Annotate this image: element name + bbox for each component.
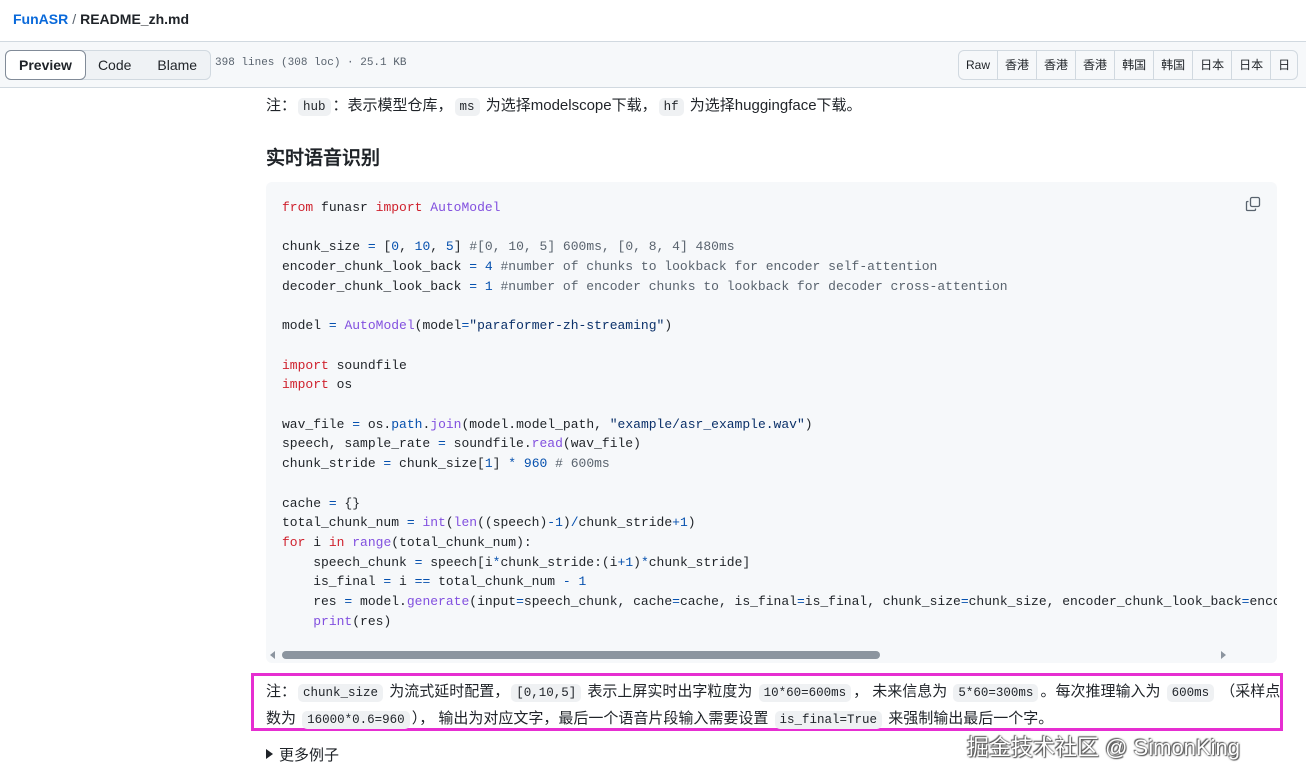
horizontal-scrollbar[interactable] <box>266 648 1277 662</box>
code-line: for i in range(total_chunk_num): <box>282 534 532 550</box>
raw-button[interactable]: Raw <box>959 51 999 79</box>
view-tabs: Preview Code Blame <box>5 50 212 80</box>
mirror-button-hk-3[interactable]: 香港 <box>1076 51 1116 79</box>
inline-code-chunk-size: chunk_size <box>298 684 384 702</box>
storage-note: 注： hub ：表示模型仓库， ms 为选择modelscope下载， hf 为选择hu… <box>266 95 862 118</box>
raw-button-group: Raw 香港 香港 香港 韩国 韩国 日本 日本 日 <box>958 50 1299 80</box>
code-line: speech, sample_rate = soundfile.read(wav… <box>282 436 641 452</box>
code-line: chunk_stride = chunk_size[1] * 960 # 600… <box>282 456 610 472</box>
note-prefix: 注： <box>266 97 297 114</box>
note-text: ：表示模型仓库， <box>332 97 453 114</box>
code-line: cache = {} <box>282 495 361 511</box>
mirror-button-jp-3[interactable]: 日 <box>1271 51 1297 79</box>
mirror-button-hk-2[interactable]: 香港 <box>1037 51 1077 79</box>
code-content: from funasr import AutoModel chunk_size … <box>282 198 1277 631</box>
code-line: chunk_size = [0, 10, 5] #[0, 10, 5] 600m… <box>282 239 735 255</box>
file-name: README_zh.md <box>80 11 190 27</box>
code-line: model = AutoModel(model="paraformer-zh-s… <box>282 318 673 334</box>
inline-code-chunk-value: [0,10,5] <box>511 684 582 702</box>
mirror-button-kr-2[interactable]: 韩国 <box>1154 51 1194 79</box>
tab-blame[interactable]: Blame <box>144 51 210 79</box>
inline-code-is-final: is_final=True <box>774 711 883 729</box>
scroll-right-arrow-icon[interactable] <box>1221 651 1226 659</box>
note-text: ）， 输出为对应文字，最后一个语音片段输入需要设置 <box>411 710 773 727</box>
scrollbar-thumb[interactable] <box>282 651 880 659</box>
note-prefix: 注： <box>266 683 297 700</box>
code-line: is_final = i == total_chunk_num - 1 <box>282 574 587 590</box>
mirror-button-jp-2[interactable]: 日本 <box>1232 51 1272 79</box>
scroll-left-arrow-icon[interactable] <box>270 651 275 659</box>
note-text: ， 未来信息为 <box>853 683 952 700</box>
section-heading: 实时语音识别 <box>266 148 381 169</box>
more-examples-toggle[interactable]: 更多例子 <box>266 744 339 765</box>
code-line: import soundfile <box>282 357 407 373</box>
mirror-button-jp-1[interactable]: 日本 <box>1193 51 1233 79</box>
note-text: 表示上屏实时出字粒度为 <box>583 683 757 700</box>
more-examples-label: 更多例子 <box>279 747 340 764</box>
streaming-note: 注： chunk_size 为流式延时配置， [0,10,5] 表示上屏实时出字粒度… <box>266 679 1281 733</box>
tab-code[interactable]: Code <box>85 51 144 79</box>
note-text: 为选择modelscope下载， <box>481 97 657 114</box>
code-block: from funasr import AutoModel chunk_size … <box>266 182 1277 663</box>
inline-code-input: 600ms <box>1166 684 1215 702</box>
inline-code-samples: 16000*0.6=960 <box>302 711 410 729</box>
breadcrumb-separator: / <box>72 11 77 27</box>
note-text: 。每次推理输入为 <box>1040 683 1165 700</box>
tab-preview[interactable]: Preview <box>5 50 86 80</box>
breadcrumb: FunASR / README_zh.md <box>13 11 189 27</box>
code-line: import os <box>282 377 353 393</box>
inline-code-ms: ms <box>454 98 480 116</box>
file-toolbar: Preview Code Blame 398 lines (308 loc) ·… <box>0 42 1306 88</box>
mirror-button-hk-1[interactable]: 香港 <box>998 51 1038 79</box>
triangle-right-icon <box>266 749 273 759</box>
mirror-button-kr-1[interactable]: 韩国 <box>1115 51 1155 79</box>
code-line: print(res) <box>313 613 392 629</box>
inline-code-latency: 10*60=600ms <box>758 684 852 702</box>
repo-link[interactable]: FunASR <box>13 11 68 27</box>
code-line: encoder_chunk_look_back = 4 #number of c… <box>282 259 938 275</box>
code-line: res = model.generate(input=speech_chunk,… <box>282 594 1277 610</box>
file-meta: 398 lines (308 loc) · 25.1 KB <box>215 57 407 69</box>
code-line: total_chunk_num = int(len((speech)-1)/ch… <box>282 515 696 531</box>
note-text: 来强制输出最后一个字。 <box>884 710 1054 727</box>
code-line: speech_chunk = speech[i*chunk_stride:(i+… <box>282 554 751 570</box>
code-line: wav_file = os.path.join(model.model_path… <box>282 416 813 432</box>
note-text: 为流式延时配置， <box>385 683 510 700</box>
inline-code-future: 5*60=300ms <box>953 684 1039 702</box>
inline-code-hub: hub <box>298 98 331 116</box>
note-text: 为选择huggingface下载。 <box>685 97 862 114</box>
code-line: from funasr import AutoModel <box>282 200 501 215</box>
watermark: 掘金技术社区 @ SimonKing <box>967 735 1240 760</box>
inline-code-hf: hf <box>658 98 684 116</box>
code-line: decoder_chunk_look_back = 1 #number of e… <box>282 278 1008 294</box>
